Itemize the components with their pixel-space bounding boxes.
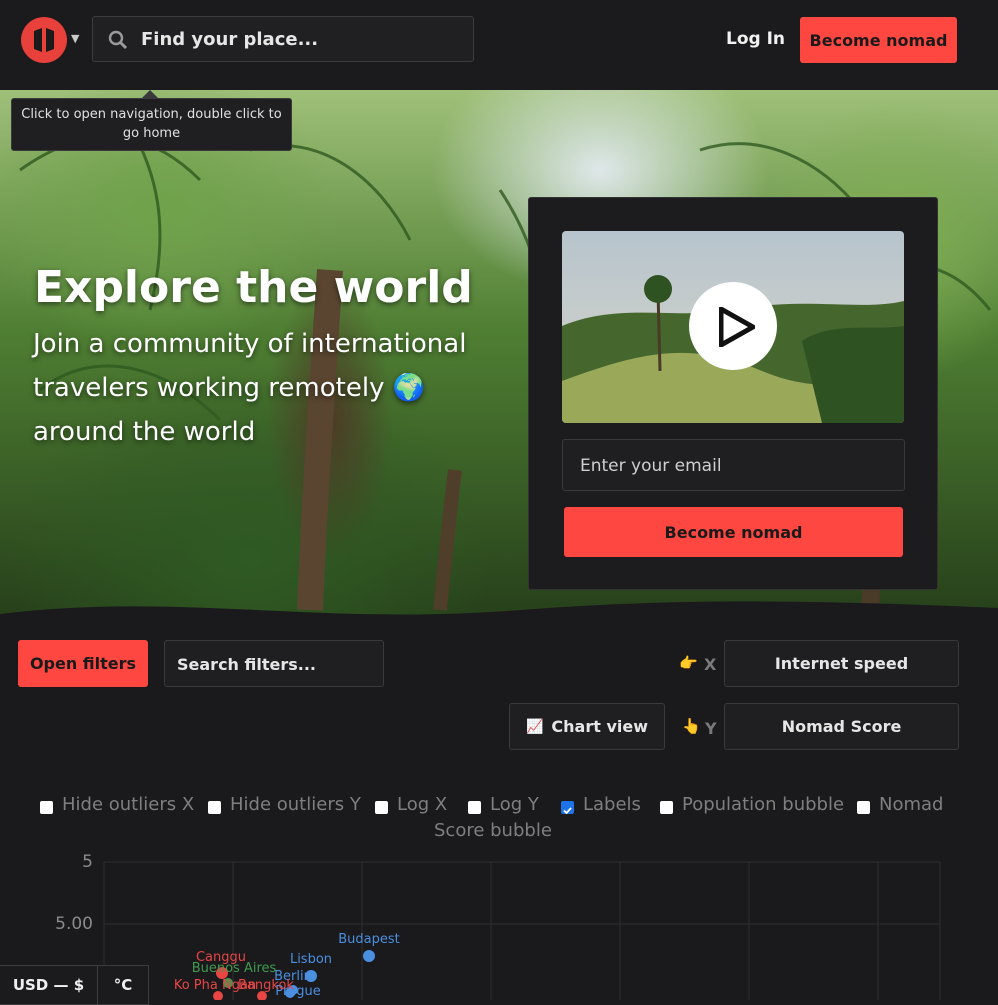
- y-tick: 5.00: [55, 914, 93, 934]
- y-axis-select[interactable]: Nomad Score: [724, 703, 959, 750]
- hero-title: Explore the world: [34, 262, 473, 313]
- become-nomad-button[interactable]: Become nomad: [800, 17, 957, 63]
- y-tick: 5: [82, 852, 93, 872]
- point-label: Lisbon: [290, 952, 332, 967]
- y-axis-label: Y: [705, 719, 717, 738]
- checkbox[interactable]: [857, 801, 870, 814]
- toggle-label: Log Y: [490, 794, 539, 815]
- x-axis-select[interactable]: Internet speed: [724, 640, 959, 687]
- point-budapest[interactable]: [363, 950, 375, 962]
- toggle-label: Hide outliers Y: [230, 794, 361, 815]
- checkbox[interactable]: [375, 801, 388, 814]
- checkbox-checked[interactable]: [561, 801, 574, 815]
- play-icon: [719, 307, 755, 347]
- search-placeholder: Find your place...: [141, 29, 319, 50]
- check-icon: [563, 807, 572, 815]
- nomad-logo-icon[interactable]: [21, 17, 67, 63]
- email-input[interactable]: Enter your email: [562, 439, 905, 491]
- checkbox[interactable]: [660, 801, 673, 814]
- point-label: Budapest: [338, 932, 400, 947]
- toggle-label: Population bubble: [682, 794, 845, 815]
- hero-subtitle: Join a community of international travel…: [33, 329, 467, 447]
- point-label: Bangkok: [238, 978, 294, 993]
- chart-icon: 📈: [525, 718, 544, 735]
- toggle-label: Hide outliers X: [62, 794, 195, 815]
- search-box[interactable]: Find your place...: [92, 16, 474, 62]
- toggle-label-wrap: Score bubble: [434, 820, 552, 841]
- toggle-label: Nomad: [879, 794, 944, 815]
- pointing-right-icon: 👉: [679, 654, 698, 672]
- chevron-down-icon[interactable]: ▼: [71, 32, 79, 45]
- checkbox[interactable]: [468, 801, 481, 814]
- open-filters-button[interactable]: Open filters: [18, 640, 148, 687]
- point-label: Buenos Aires: [192, 961, 277, 976]
- play-button[interactable]: [689, 282, 777, 370]
- scatter-chart: 5 5.00 Budapest Lisbon Berlin Prague Can…: [55, 852, 941, 1000]
- checkbox[interactable]: [208, 801, 221, 814]
- currency-select[interactable]: USD — $: [0, 965, 98, 1005]
- temperature-unit-toggle[interactable]: °C: [97, 965, 149, 1005]
- chart-view-button[interactable]: 📈 Chart view: [509, 703, 665, 750]
- search-icon: [108, 30, 128, 50]
- toggle-label: Log X: [397, 794, 448, 815]
- filter-search-input[interactable]: Search filters...: [164, 640, 384, 687]
- pointing-up-icon: 👆: [682, 717, 701, 735]
- signup-button[interactable]: Become nomad: [564, 507, 903, 557]
- hero-wave: [0, 601, 998, 632]
- checkbox[interactable]: [40, 801, 53, 814]
- login-link[interactable]: Log In: [726, 29, 785, 49]
- x-axis-label: X: [704, 655, 717, 674]
- navigation-tooltip: Click to open navigation, double click t…: [11, 90, 292, 151]
- chart-view-label: Chart view: [551, 717, 649, 736]
- toggle-label: Labels: [583, 794, 641, 815]
